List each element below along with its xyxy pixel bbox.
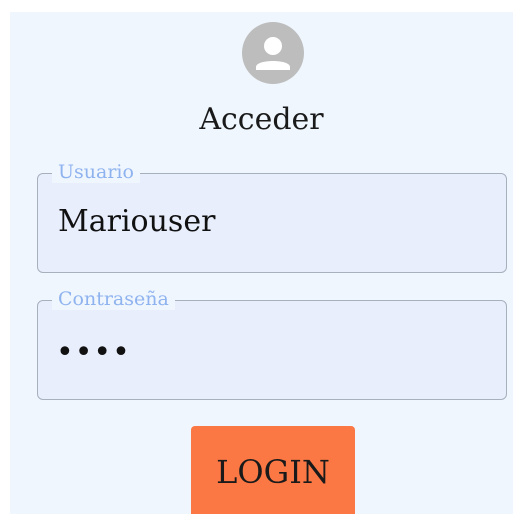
username-input[interactable]: Mariouser bbox=[58, 204, 478, 239]
account-circle-icon bbox=[242, 22, 304, 84]
username-label: Usuario bbox=[52, 161, 140, 183]
password-input[interactable]: •••• bbox=[56, 335, 131, 370]
page-title: Acceder bbox=[199, 102, 324, 137]
username-field[interactable]: Usuario Mariouser bbox=[37, 161, 507, 273]
password-field[interactable]: Contraseña •••• bbox=[37, 288, 507, 400]
login-card: Acceder Usuario Mariouser Contraseña •••… bbox=[10, 12, 513, 514]
login-button[interactable]: LOGIN bbox=[191, 426, 355, 514]
password-label: Contraseña bbox=[52, 288, 175, 310]
login-page: Acceder Usuario Mariouser Contraseña •••… bbox=[0, 0, 523, 514]
